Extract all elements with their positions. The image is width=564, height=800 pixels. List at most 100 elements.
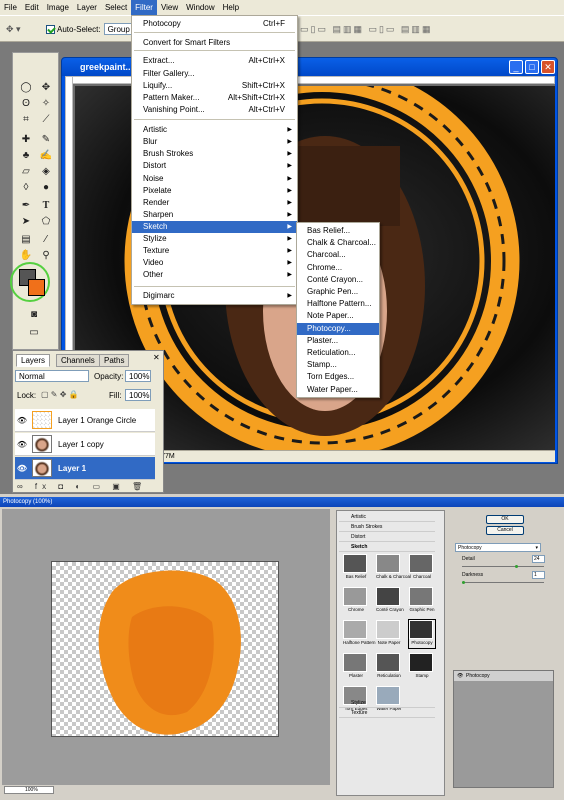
history-brush-icon[interactable]: ✍ [37, 149, 55, 163]
filter-menu-item[interactable]: Extract... Alt+Ctrl+X [132, 55, 297, 67]
filter-thumbnail[interactable]: Halftone Pattern [343, 620, 376, 648]
sketch-menu-item[interactable]: Graphic Pen... [297, 286, 379, 298]
filter-menu-item[interactable]: Other ▶ [132, 269, 297, 281]
layer-row-layer1[interactable]: 👁 Layer 1 [15, 457, 155, 480]
align-icons[interactable]: ▭▯▭ ▤▥▦ ▭▯▭ ▤▥▦ [300, 22, 432, 36]
eye-icon[interactable]: 👁 [15, 440, 29, 449]
filter-menu-item[interactable]: Filter Gallery... [132, 68, 297, 80]
sketch-menu-item[interactable]: Chalk & Charcoal... [297, 237, 379, 249]
type-tool-icon[interactable]: T [37, 199, 55, 213]
filter-folder[interactable]: Brush Strokes [339, 523, 435, 532]
tab-channels[interactable]: Channels [56, 354, 100, 367]
blur-tool-icon[interactable]: ◊ [17, 181, 35, 195]
filter-menu-item[interactable]: Video ▶ [132, 257, 297, 269]
sketch-menu-item[interactable]: Bas Relief... [297, 225, 379, 237]
filter-menu-item[interactable]: Brush Strokes ▶ [132, 148, 297, 160]
filter-menu-item[interactable]: Vanishing Point... Alt+Ctrl+V [132, 104, 297, 116]
pen-tool-icon[interactable]: ✒ [17, 199, 35, 213]
background-color-swatch[interactable] [28, 279, 45, 296]
layer-row-layer1-copy[interactable]: 👁 Layer 1 copy [15, 433, 155, 456]
clone-stamp-icon[interactable]: ♣ [17, 149, 35, 163]
filter-thumbnail[interactable]: Stamp [409, 653, 435, 681]
filter-thumbnail[interactable]: Chalk & Charcoal [376, 554, 411, 582]
filter-folder[interactable]: Distort [339, 533, 435, 542]
menu-filter[interactable]: Filter [131, 0, 157, 15]
filter-menu-item[interactable]: Pixelate ▶ [132, 185, 297, 197]
darkness-slider-knob[interactable] [462, 581, 465, 584]
fill-field[interactable]: 100% [125, 389, 151, 401]
filter-thumbnail[interactable]: Reticulation [376, 653, 402, 681]
sketch-menu-item[interactable]: Torn Edges... [297, 371, 379, 383]
minimize-icon[interactable]: _ [509, 60, 523, 74]
menu-select[interactable]: Select [101, 0, 131, 15]
eye-icon[interactable]: 👁 [457, 671, 463, 681]
filter-thumbnail[interactable]: Bas Relief [343, 554, 369, 582]
notes-tool-icon[interactable]: ▤ [17, 233, 35, 247]
detail-slider[interactable] [462, 566, 544, 567]
path-select-icon[interactable]: ➤ [17, 215, 35, 229]
detail-field[interactable]: 24 [532, 555, 545, 563]
filter-thumbnail[interactable]: Chrome [343, 587, 369, 615]
filter-select-dropdown[interactable]: Photocopy ▾ [455, 543, 541, 552]
shape-tool-icon[interactable]: ⬠ [37, 215, 55, 229]
filter-menu-item[interactable]: Sharpen ▶ [132, 209, 297, 221]
filter-menu-item[interactable]: Artistic ▶ [132, 124, 297, 136]
filter-menu-item[interactable]: Distort ▶ [132, 160, 297, 172]
filter-menu-item[interactable]: Noise ▶ [132, 173, 297, 185]
panel-close-icon[interactable]: ✕ [153, 353, 160, 362]
filter-thumbnail[interactable]: Graphic Pen [409, 587, 435, 615]
filter-menu-item[interactable]: Pattern Maker... Alt+Shift+Ctrl+X [132, 92, 297, 104]
eye-icon[interactable]: 👁 [15, 464, 29, 473]
healing-brush-icon[interactable]: ✚ [17, 133, 35, 147]
sketch-menu-item[interactable]: Photocopy... [297, 322, 379, 335]
filter-menu-item[interactable]: Digimarc ▶ [132, 290, 297, 302]
filter-thumbnail[interactable]: Conté Crayon [376, 587, 404, 615]
filter-menu-item[interactable]: Render ▶ [132, 197, 297, 209]
tab-layers[interactable]: Layers [16, 354, 51, 367]
eye-icon[interactable]: 👁 [15, 416, 29, 425]
opacity-field[interactable]: 100% [125, 370, 151, 382]
menu-view[interactable]: View [157, 0, 182, 15]
sketch-menu-item[interactable]: Note Paper... [297, 310, 379, 322]
sketch-menu-item[interactable]: Stamp... [297, 359, 379, 371]
eyedropper-icon[interactable]: ⁄ [37, 233, 55, 247]
lasso-tool-icon[interactable]: ʘ [17, 97, 35, 111]
screen-mode-icon[interactable]: ▭ [25, 326, 43, 340]
menu-window[interactable]: Window [182, 0, 218, 15]
darkness-field[interactable]: 1 [532, 571, 545, 579]
tab-paths[interactable]: Paths [99, 354, 130, 367]
filter-menu-item[interactable]: Convert for Smart Filters [132, 37, 297, 49]
move-tool-icon[interactable]: ✥ ▾ [6, 22, 24, 36]
sketch-menu-item[interactable]: Halftone Pattern... [297, 298, 379, 310]
filter-menu-item[interactable]: Blur ▶ [132, 136, 297, 148]
filter-folder[interactable]: Stylize [339, 699, 435, 708]
layer-row-orange-circle[interactable]: 👁 Layer 1 Orange Circle [15, 409, 155, 432]
blend-mode-dropdown[interactable]: Normal [15, 370, 89, 382]
close-icon[interactable]: ✕ [541, 60, 555, 74]
effect-layer-row[interactable]: 👁 Photocopy [454, 671, 553, 681]
magic-wand-icon[interactable]: ✧ [37, 97, 55, 111]
filter-menu-item[interactable]: Stylize ▶ [132, 233, 297, 245]
cancel-button[interactable]: Cancel [486, 526, 524, 535]
filter-folder[interactable]: Artistic [339, 513, 435, 522]
filter-menu-item[interactable]: Liquify... Shift+Ctrl+X [132, 80, 297, 92]
filter-thumbnail[interactable]: Photocopy [408, 619, 436, 649]
sketch-menu-item[interactable]: Chrome... [297, 262, 379, 274]
brush-tool-icon[interactable]: ✎ [37, 133, 55, 147]
filter-folder[interactable]: Sketch [339, 543, 435, 552]
menu-layer[interactable]: Layer [73, 0, 101, 15]
ok-button[interactable]: OK [486, 515, 524, 524]
lock-icons[interactable]: ▢ ✎ ✥ 🔒 [41, 390, 79, 399]
filter-folder[interactable]: Texture [339, 709, 435, 718]
preview-area[interactable]: 100% [2, 509, 330, 794]
hand-tool-icon[interactable]: ✋ [17, 249, 35, 263]
menu-file[interactable]: File [0, 0, 21, 15]
dodge-tool-icon[interactable]: ● [37, 181, 55, 195]
move-tool-icon[interactable]: ✥ [37, 81, 55, 95]
darkness-slider[interactable] [462, 582, 544, 583]
bucket-tool-icon[interactable]: ◈ [37, 165, 55, 179]
zoom-field[interactable]: 100% [4, 786, 54, 794]
detail-slider-knob[interactable] [515, 565, 518, 568]
filter-menu-item[interactable]: Photocopy Ctrl+F [132, 18, 297, 30]
maximize-icon[interactable]: □ [525, 60, 539, 74]
